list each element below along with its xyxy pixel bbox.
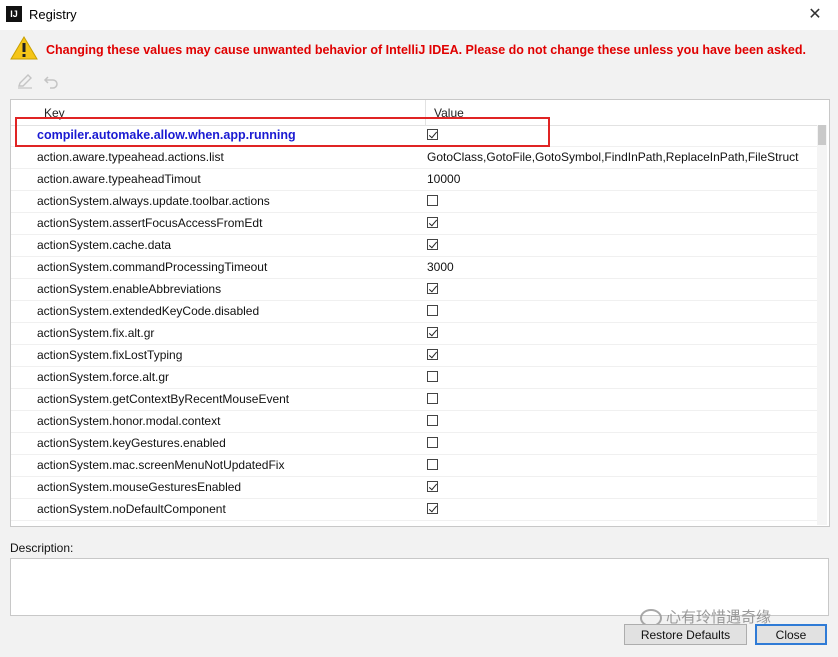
registry-key: actionSystem.getContextByRecentMouseEven… xyxy=(37,392,290,406)
registry-key: action.aware.typeahead.actions.list xyxy=(37,150,224,164)
table-row[interactable]: actionSystem.assertFocusAccessFromEdt xyxy=(11,213,817,235)
registry-key: actionSystem.honor.modal.context xyxy=(37,414,221,428)
table-row[interactable]: actionSystem.keyGestures.enabled xyxy=(11,433,817,455)
table-row[interactable]: actionSystem.fix.alt.gr xyxy=(11,323,817,345)
registry-key: actionSystem.always.update.toolbar.actio… xyxy=(37,194,270,208)
warning-message: Changing these values may cause unwanted… xyxy=(46,43,806,57)
close-icon[interactable]: ✕ xyxy=(806,5,824,23)
registry-key: action.aware.typeaheadTimout xyxy=(37,172,201,186)
value-checkbox[interactable] xyxy=(427,437,438,448)
highlight-annotation-box xyxy=(15,117,550,147)
value-checkbox[interactable] xyxy=(427,327,438,338)
vertical-scrollbar[interactable] xyxy=(817,125,827,525)
table-row[interactable]: actionSystem.cache.data xyxy=(11,235,817,257)
registry-value[interactable]: GotoClass,GotoFile,GotoSymbol,FindInPath… xyxy=(427,150,817,164)
value-checkbox[interactable] xyxy=(427,415,438,426)
table-row[interactable]: actionSystem.fixLostTyping xyxy=(11,345,817,367)
registry-key: actionSystem.enableAbbreviations xyxy=(37,282,222,296)
table-row[interactable]: actionSystem.getContextByRecentMouseEven… xyxy=(11,389,817,411)
table-body: compiler.automake.allow.when.app.running… xyxy=(11,125,817,526)
registry-key: actionSystem.commandProcessingTimeout xyxy=(37,260,268,274)
table-row[interactable]: actionSystem.always.update.toolbar.actio… xyxy=(11,191,817,213)
registry-key: actionSystem.noDefaultComponent xyxy=(37,502,226,516)
registry-key: actionSystem.mac.screenMenuNotUpdatedFix xyxy=(37,458,285,472)
value-checkbox[interactable] xyxy=(427,503,438,514)
value-checkbox[interactable] xyxy=(427,217,438,228)
registry-value[interactable]: 10000 xyxy=(427,172,817,186)
registry-key: actionSystem.fix.alt.gr xyxy=(37,326,155,340)
table-row[interactable]: actionSystem.force.alt.gr xyxy=(11,367,817,389)
table-row[interactable]: action.aware.typeahead.actions.list GotoC… xyxy=(11,147,817,169)
restore-defaults-button[interactable]: Restore Defaults xyxy=(624,624,747,645)
title-bar: IJ Registry ✕ xyxy=(0,0,838,30)
value-checkbox[interactable] xyxy=(427,239,438,250)
registry-key: actionSystem.cache.data xyxy=(37,238,172,252)
registry-value[interactable]: 3000 xyxy=(427,260,817,274)
registry-key: actionSystem.force.alt.gr xyxy=(37,370,170,384)
table-row[interactable]: action.aware.typeaheadTimout 10000 xyxy=(11,169,817,191)
table-row[interactable]: actionSystem.honor.modal.context xyxy=(11,411,817,433)
table-row[interactable]: actionSystem.commandProcessingTimeout 300… xyxy=(11,257,817,279)
close-button[interactable]: Close xyxy=(755,624,827,645)
table-row[interactable]: actionSystem.extendedKeyCode.disabled xyxy=(11,301,817,323)
window-title: Registry xyxy=(29,7,77,22)
table-row[interactable]: actionSystem.mouseGesturesEnabled xyxy=(11,477,817,499)
pencil-icon[interactable] xyxy=(16,72,34,90)
description-label: Description: xyxy=(10,541,74,555)
table-row[interactable]: actionSystem.noDefaultComponent xyxy=(11,499,817,521)
value-checkbox[interactable] xyxy=(427,459,438,470)
intellij-app-icon: IJ xyxy=(6,6,22,22)
table-row[interactable]: actionSystem.mac.screenMenuNotUpdatedFix xyxy=(11,455,817,477)
value-checkbox[interactable] xyxy=(427,371,438,382)
value-checkbox[interactable] xyxy=(427,481,438,492)
registry-table: Key Value compiler.automake.allow.when.a… xyxy=(10,99,830,527)
table-row[interactable]: actionSystem.playback.delay 20 xyxy=(11,521,817,526)
registry-key: actionSystem.mouseGesturesEnabled xyxy=(37,480,242,494)
scrollbar-thumb[interactable] xyxy=(818,125,826,145)
value-checkbox[interactable] xyxy=(427,393,438,404)
table-row[interactable]: actionSystem.enableAbbreviations xyxy=(11,279,817,301)
registry-key: actionSystem.fixLostTyping xyxy=(37,348,183,362)
undo-icon[interactable] xyxy=(42,72,60,90)
value-checkbox[interactable] xyxy=(427,305,438,316)
registry-key: actionSystem.extendedKeyCode.disabled xyxy=(37,304,260,318)
value-checkbox[interactable] xyxy=(427,283,438,294)
registry-key: actionSystem.assertFocusAccessFromEdt xyxy=(37,216,263,230)
value-checkbox[interactable] xyxy=(427,195,438,206)
registry-key: actionSystem.keyGestures.enabled xyxy=(37,436,226,450)
registry-value[interactable]: 20 xyxy=(427,524,817,526)
warning-triangle-icon xyxy=(10,36,38,60)
value-checkbox[interactable] xyxy=(427,349,438,360)
registry-key: actionSystem.playback.delay xyxy=(37,524,192,526)
